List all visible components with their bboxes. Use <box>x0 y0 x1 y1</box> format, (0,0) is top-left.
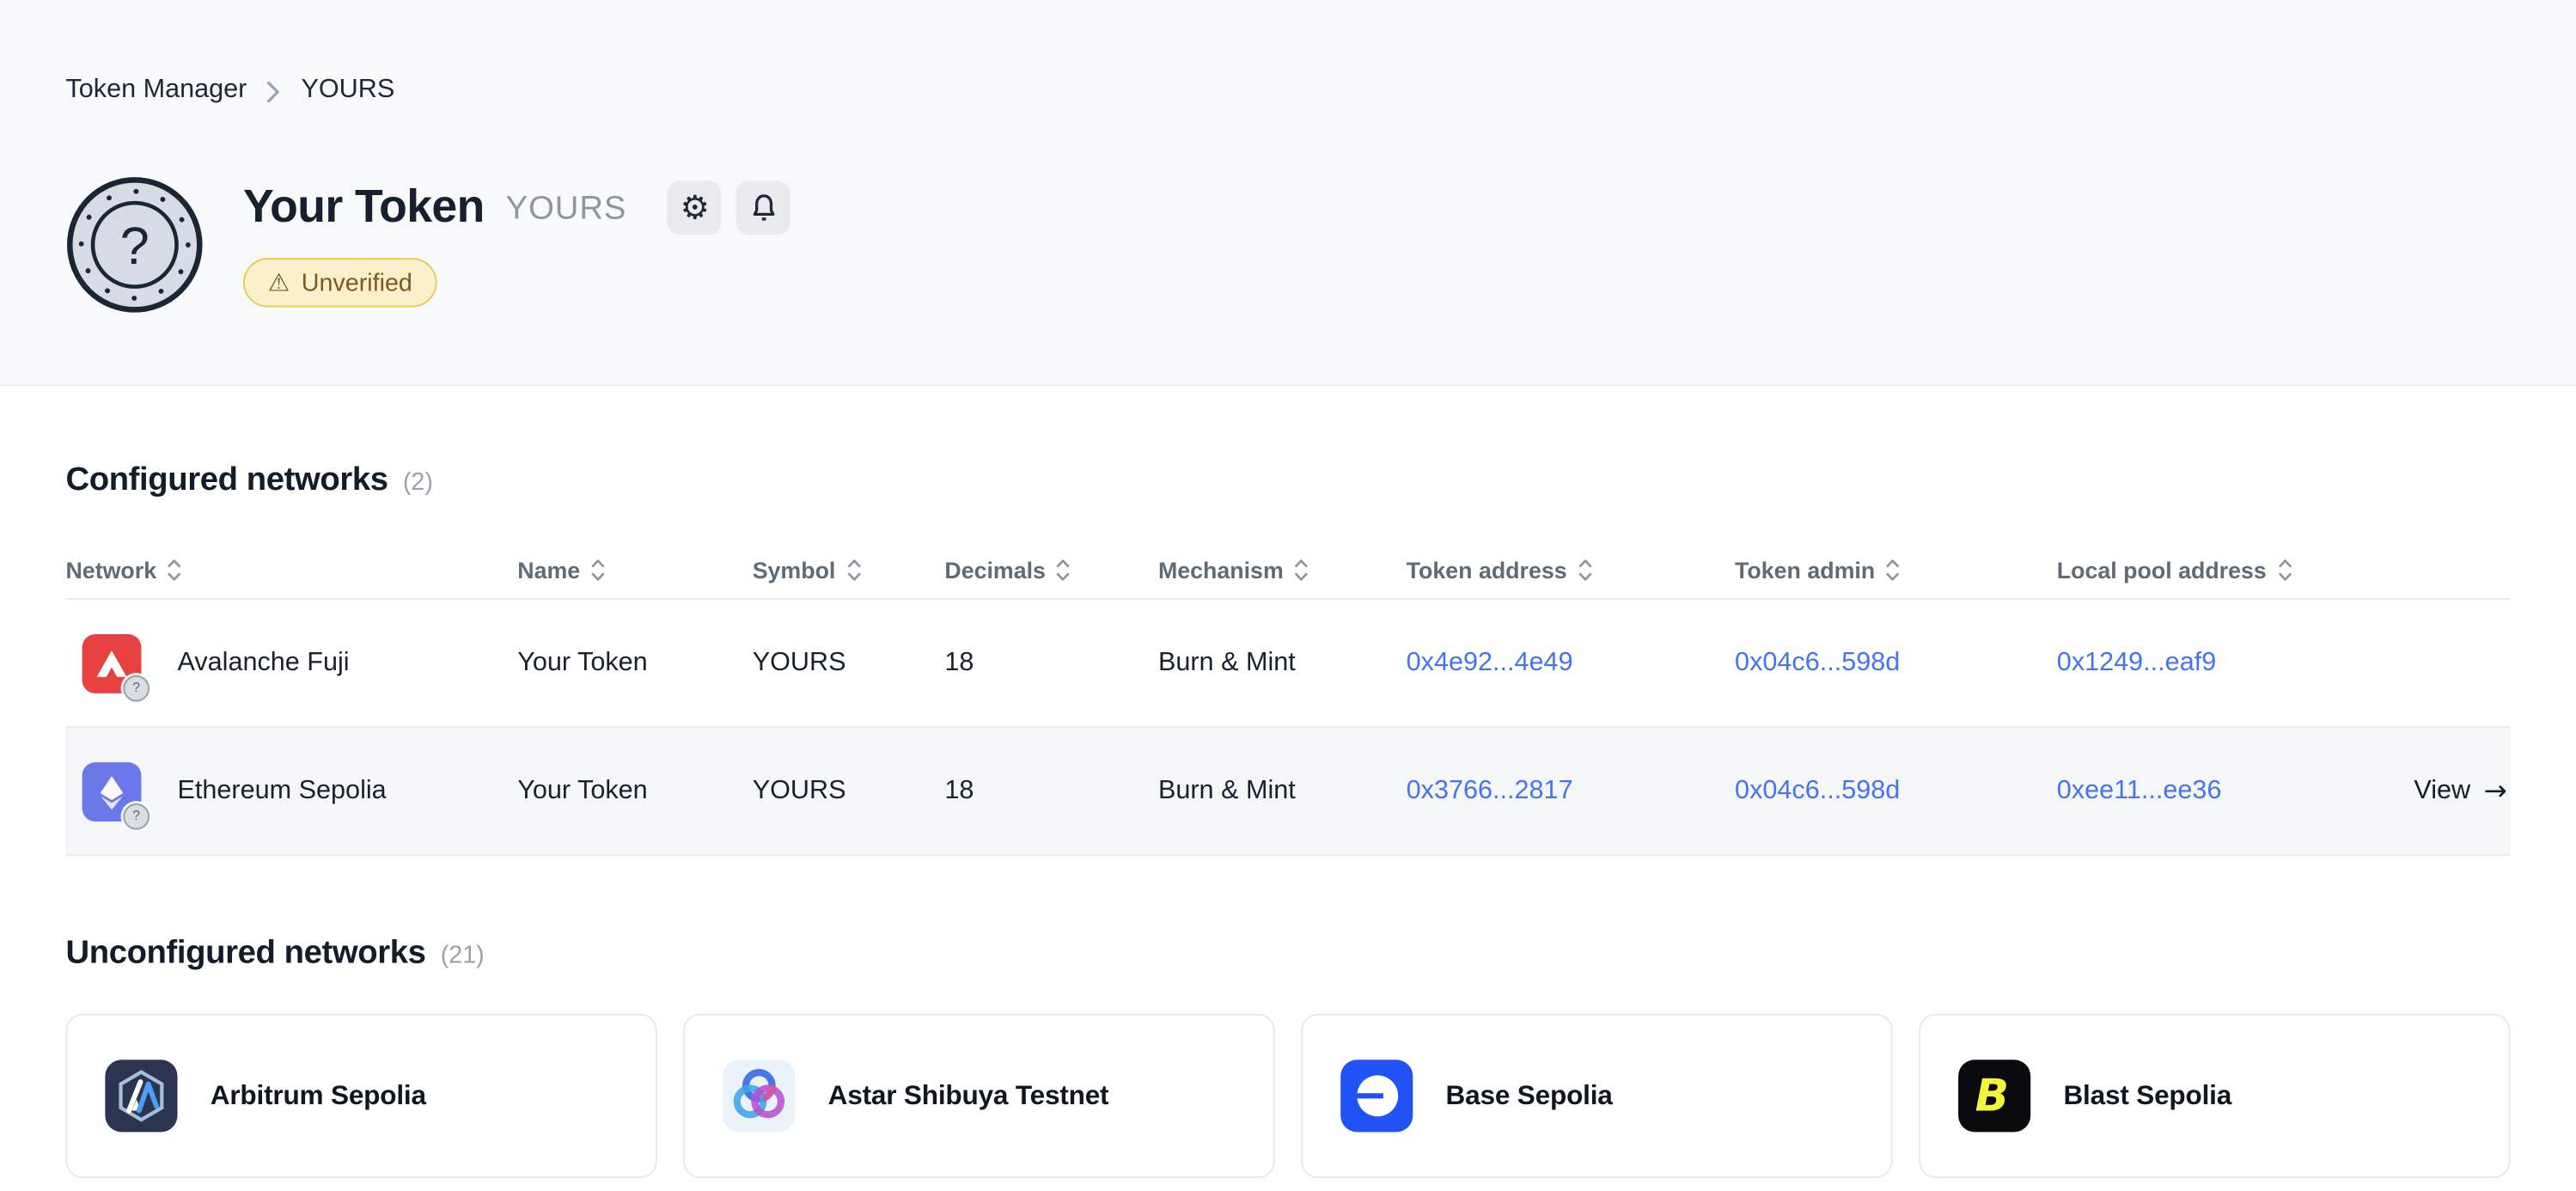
cell-name: Your Token <box>517 776 752 805</box>
cell-name: Your Token <box>517 648 752 677</box>
column-header-network[interactable]: Network <box>65 556 517 583</box>
column-header-token-address[interactable]: Token address <box>1407 556 1735 583</box>
gear-icon: ⚙ <box>681 191 710 223</box>
notifications-button[interactable] <box>736 180 791 234</box>
column-header-symbol[interactable]: Symbol <box>753 556 945 583</box>
cell-mechanism: Burn & Mint <box>1158 776 1407 805</box>
sort-icon <box>1885 558 1901 581</box>
configured-networks-count: (2) <box>403 468 433 497</box>
configured-networks-heading: Configured networks (2) <box>65 386 2510 501</box>
token-address-link[interactable]: 0x3766...2817 <box>1407 776 1573 804</box>
table-row-avalanche-fuji[interactable]: ? Avalanche Fuji Your Token YOURS 18 Bur… <box>65 600 2510 728</box>
sort-icon <box>590 558 607 581</box>
network-card-label: Arbitrum Sepolia <box>211 1080 426 1111</box>
page-title: Your Token <box>243 176 485 239</box>
sort-icon <box>2276 558 2292 581</box>
column-header-name[interactable]: Name <box>517 556 752 583</box>
breadcrumb-token-manager[interactable]: Token Manager <box>65 74 247 107</box>
breadcrumb: Token Manager YOURS <box>65 0 2510 107</box>
configured-networks-title: Configured networks <box>65 458 388 501</box>
sort-icon <box>1577 558 1593 581</box>
token-symbol: YOURS <box>506 190 627 228</box>
token-mini-badge: ? <box>123 675 150 701</box>
arrow-right-icon: → <box>2483 775 2506 808</box>
sort-icon <box>167 558 183 581</box>
network-card-label: Astar Shibuya Testnet <box>828 1080 1109 1111</box>
unconfigured-networks-title: Unconfigured networks <box>65 931 425 974</box>
unconfigured-networks-grid: Arbitrum Sepolia Astar Shibuya Testnet <box>65 1014 2510 1178</box>
network-name: Avalanche Fuji <box>177 648 349 677</box>
blast-monogram: B <box>1975 1073 2014 1118</box>
local-pool-address-link[interactable]: 0x1249...eaf9 <box>2057 648 2216 676</box>
cell-decimals: 18 <box>944 648 1158 677</box>
network-card-base-sepolia[interactable]: Base Sepolia <box>1301 1014 1892 1178</box>
column-header-decimals[interactable]: Decimals <box>944 556 1158 583</box>
local-pool-address-link[interactable]: 0xee11...ee36 <box>2057 776 2222 804</box>
network-card-label: Base Sepolia <box>1446 1080 1613 1111</box>
breadcrumb-current: YOURS <box>301 74 394 107</box>
blast-network-icon: B <box>1958 1060 2030 1132</box>
network-card-label: Blast Sepolia <box>2063 1080 2231 1111</box>
network-name: Ethereum Sepolia <box>177 776 386 805</box>
table-header-row: Network Name Symbol Decimals Mechanism <box>65 541 2510 600</box>
sort-icon <box>1055 558 1071 581</box>
network-card-astar-shibuya[interactable]: Astar Shibuya Testnet <box>683 1014 1274 1178</box>
token-admin-link[interactable]: 0x04c6...598d <box>1735 776 1900 804</box>
page-header: Token Manager YOURS ? Your Token YOURS <box>0 0 2576 386</box>
column-header-mechanism[interactable]: Mechanism <box>1158 556 1407 583</box>
page-content: Configured networks (2) Network Name Sym… <box>0 386 2576 1178</box>
chevron-right-icon <box>266 80 281 103</box>
cell-symbol: YOURS <box>753 648 945 677</box>
token-admin-link[interactable]: 0x04c6...598d <box>1735 648 1900 676</box>
cell-mechanism: Burn & Mint <box>1158 648 1407 677</box>
arbitrum-network-icon <box>105 1060 177 1132</box>
sort-icon <box>1293 558 1309 581</box>
status-badge-label: Unverified <box>302 269 412 297</box>
token-mini-badge: ? <box>123 803 150 829</box>
svg-text:?: ? <box>120 217 150 275</box>
bell-icon <box>749 192 778 223</box>
sort-icon <box>845 558 862 581</box>
token-address-link[interactable]: 0x4e92...4e49 <box>1407 648 1573 676</box>
base-network-icon <box>1340 1060 1413 1132</box>
status-badge-unverified: ⚠ Unverified <box>243 258 437 307</box>
column-header-token-admin[interactable]: Token admin <box>1735 556 2057 583</box>
network-card-blast-sepolia[interactable]: B Blast Sepolia <box>1919 1014 2510 1178</box>
token-header: ? Your Token YOURS ⚙ <box>65 176 2510 315</box>
table-row-ethereum-sepolia[interactable]: ? Ethereum Sepolia Your Token YOURS 18 B… <box>65 728 2510 856</box>
cell-decimals: 18 <box>944 776 1158 805</box>
warning-icon: ⚠ <box>268 271 290 296</box>
configured-networks-table: Network Name Symbol Decimals Mechanism <box>65 541 2510 856</box>
astar-network-icon <box>723 1060 795 1132</box>
network-card-arbitrum-sepolia[interactable]: Arbitrum Sepolia <box>65 1014 656 1178</box>
settings-button[interactable]: ⚙ <box>668 180 722 234</box>
token-manager-page: Token Manager YOURS ? Your Token YOURS <box>0 0 2576 1191</box>
cell-symbol: YOURS <box>753 776 945 805</box>
column-header-local-pool-address[interactable]: Local pool address <box>2057 556 2363 583</box>
unconfigured-networks-count: (21) <box>441 942 485 970</box>
view-row-link[interactable]: View → <box>2414 775 2506 808</box>
unconfigured-networks-heading: Unconfigured networks (21) <box>65 856 2510 974</box>
token-avatar: ? <box>65 176 204 315</box>
